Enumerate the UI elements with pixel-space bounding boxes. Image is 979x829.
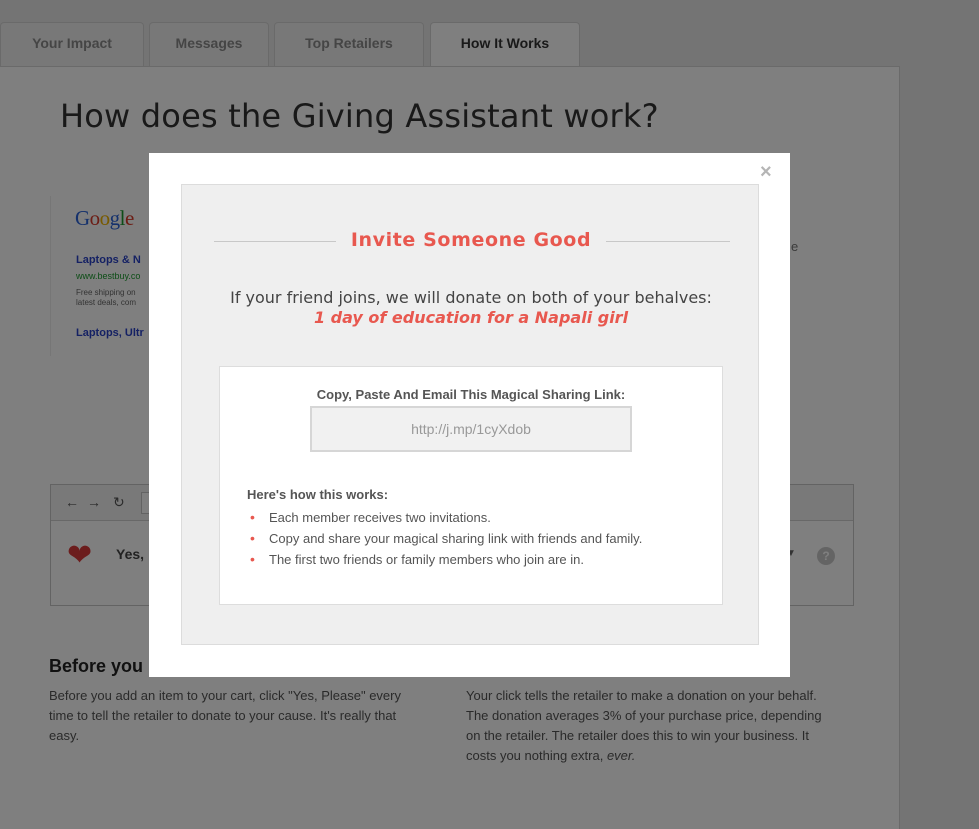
- bullet-icon: •: [250, 509, 255, 525]
- invite-modal: × Invite Someone Good If your friend joi…: [149, 153, 790, 677]
- donation-lead-text: If your friend joins, we will donate on …: [230, 288, 712, 307]
- share-link-card: Copy, Paste And Email This Magical Shari…: [219, 366, 723, 605]
- share-link-input[interactable]: [310, 406, 632, 452]
- bullet-icon: •: [250, 530, 255, 546]
- how-it-works-heading: Here's how this works:: [247, 487, 389, 502]
- list-item: • The first two friends or family members…: [250, 549, 642, 570]
- modal-title: Invite Someone Good: [350, 229, 592, 251]
- donation-accent-text: 1 day of education for a Napali girl: [313, 308, 629, 327]
- how-it-works-list: • Each member receives two invitations. •…: [250, 507, 642, 570]
- bullet-icon: •: [250, 551, 255, 567]
- share-link-label: Copy, Paste And Email This Magical Shari…: [316, 387, 626, 402]
- list-item: • Each member receives two invitations.: [250, 507, 642, 528]
- invite-panel: Invite Someone Good If your friend joins…: [181, 184, 759, 645]
- list-item: • Copy and share your magical sharing lin…: [250, 528, 642, 549]
- close-icon[interactable]: ×: [760, 161, 772, 184]
